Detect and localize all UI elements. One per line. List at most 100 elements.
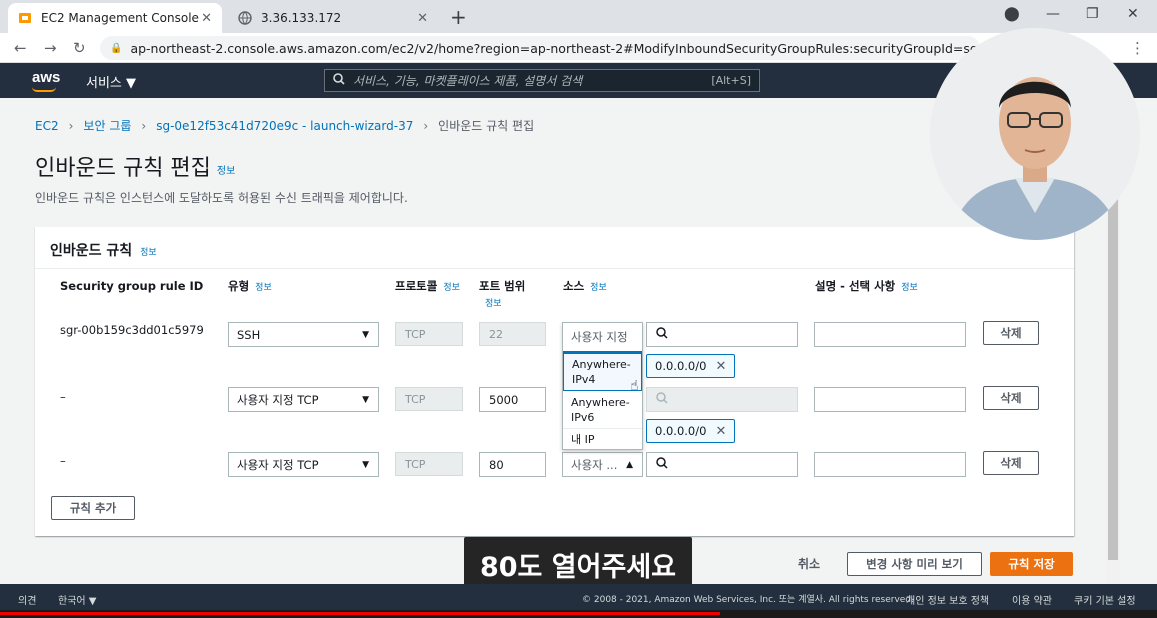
search-placeholder: 서비스, 기능, 마켓플레이스 제품, 설명서 검색 [353,74,583,88]
feedback-link[interactable]: 의견 [18,592,36,607]
search-icon [656,392,668,407]
back-icon[interactable]: ← [14,39,27,57]
aws-smile-icon [32,87,56,92]
delete-button[interactable]: 삭제 [983,386,1039,410]
add-rule-button[interactable]: 규칙 추가 [51,496,135,520]
type-value: SSH [237,327,261,342]
search-icon [656,327,668,342]
presenter-avatar [930,28,1140,240]
type-select[interactable]: SSH ▼ [228,322,379,347]
remove-icon[interactable]: ✕ [715,359,726,374]
cidr-token: 0.0.0.0/0 ✕ [646,419,736,443]
col-label: 프로토콜 [395,279,438,293]
info-link[interactable]: 정보 [217,166,235,177]
aws-logo[interactable]: aws [32,69,60,86]
window-close-icon[interactable]: ✕ [1127,6,1139,22]
caret-down-icon: ▼ [362,460,369,470]
delete-button[interactable]: 삭제 [983,451,1039,475]
minimize-icon[interactable]: — [1046,6,1060,22]
type-value: 사용자 지정 TCP [237,392,319,407]
close-icon[interactable]: ✕ [201,11,212,26]
cidr-search-input[interactable] [646,322,798,347]
language-selector[interactable]: 한국어 ▼ [58,592,96,607]
protocol-field: TCP [395,322,463,346]
cancel-button[interactable]: 취소 [798,555,820,572]
port-field: 22 [479,322,546,346]
cidr-value: 0.0.0.0/0 [655,359,707,373]
menu-icon[interactable]: ⋮ [1130,39,1145,57]
video-caption: 80도 열어주세요 [464,537,692,591]
info-link[interactable]: 정보 [255,283,272,293]
delete-button[interactable]: 삭제 [983,321,1039,345]
close-icon[interactable]: ✕ [417,11,428,26]
breadcrumb-current: 인바운드 규칙 편집 [438,119,535,133]
source-select-current[interactable]: 사용자 지정 [563,323,642,353]
tab-ip-page[interactable]: 3.36.133.172 ✕ [228,3,438,33]
col-label: Security group rule ID [60,279,204,293]
video-progress-track[interactable] [0,610,1157,618]
search-icon [656,457,668,472]
protocol-field: TCP [395,452,463,476]
port-input[interactable]: 5000 [479,387,546,412]
description-input[interactable] [814,452,966,477]
privacy-link[interactable]: 개인 정보 보호 정책 [906,592,989,607]
breadcrumb-security-group[interactable]: sg-0e12f53c41d720e9c - launch-wizard-37 [156,119,413,133]
info-link[interactable]: 정보 [590,283,607,293]
profile-dropdown-icon[interactable]: ⬤ [1004,6,1020,22]
panel-title: 인바운드 규칙 정보 [50,240,157,260]
tab-ec2-console[interactable]: EC2 Management Console ✕ [8,3,222,33]
video-progress-fill [0,612,720,615]
col-port-range: 포트 범위 정보 [479,278,539,312]
copyright-text: © 2008 - 2021, Amazon Web Services, Inc.… [582,595,914,605]
cidr-search-input[interactable] [646,387,798,412]
info-link[interactable]: 정보 [443,283,460,293]
remove-icon[interactable]: ✕ [715,424,726,439]
cidr-search-input[interactable] [646,452,798,477]
new-tab-icon[interactable]: + [450,5,467,29]
col-description: 설명 - 선택 사항 정보 [815,278,918,294]
rule-id: – [60,390,66,404]
description-input[interactable] [814,387,966,412]
services-menu[interactable]: 서비스 ▼ [86,72,136,91]
source-value: 사용자 ... [571,457,618,472]
type-select[interactable]: 사용자 지정 TCP ▼ [228,387,379,412]
col-type: 유형 정보 [228,278,272,294]
inbound-rules-panel: 인바운드 규칙 정보 [35,227,1074,536]
caret-down-icon: ▼ [362,330,369,340]
col-source: 소스 정보 [563,278,607,294]
type-select[interactable]: 사용자 지정 TCP ▼ [228,452,379,477]
info-link[interactable]: 정보 [901,283,918,293]
scrollbar-thumb[interactable] [1108,190,1118,560]
caret-down-icon: ▼ [362,395,369,405]
reload-icon[interactable]: ↻ [73,39,86,57]
page-title: 인바운드 규칙 편집 정보 [35,150,235,182]
lock-icon: 🔒 [110,42,123,54]
cidr-value: 0.0.0.0/0 [655,424,707,438]
caret-up-icon: ▲ [626,460,633,470]
url-field[interactable]: 🔒 ap-northeast-2.console.aws.amazon.com/… [100,36,980,60]
chevron-right-icon: › [68,118,74,133]
chevron-right-icon: › [141,118,147,133]
breadcrumb-security-groups[interactable]: 보안 그룹 [83,117,131,134]
forward-icon[interactable]: → [44,39,57,57]
port-input[interactable]: 80 [479,452,546,477]
description-input[interactable] [814,322,966,347]
col-label: 소스 [563,279,585,293]
console-footer: 의견 한국어 ▼ © 2008 - 2021, Amazon Web Servi… [0,584,1157,610]
col-protocol: 프로토콜 정보 [395,278,465,296]
option-anywhere-ipv6[interactable]: Anywhere-IPv6 [563,391,642,429]
info-link[interactable]: 정보 [485,299,502,309]
terms-link[interactable]: 이용 약관 [1012,592,1052,607]
breadcrumb-ec2[interactable]: EC2 [35,119,59,133]
console-search-input[interactable]: 서비스, 기능, 마켓플레이스 제품, 설명서 검색 [Alt+S] [324,69,760,92]
breadcrumb: EC2 › 보안 그룹 › sg-0e12f53c41d720e9c - lau… [35,117,534,134]
info-link[interactable]: 정보 [140,248,157,258]
maximize-icon[interactable]: ❐ [1086,6,1099,22]
option-my-ip[interactable]: 내 IP [563,429,642,449]
page-description: 인바운드 규칙은 인스턴스에 도달하도록 허용된 수신 트래픽을 제어합니다. [35,191,408,205]
preview-changes-button[interactable]: 변경 사항 미리 보기 [847,552,982,576]
save-rules-button[interactable]: 규칙 저장 [990,552,1073,576]
col-label: 유형 [228,279,250,293]
source-select[interactable]: 사용자 ... ▲ [562,452,643,477]
cookie-prefs-link[interactable]: 쿠키 기본 설정 [1074,592,1136,607]
